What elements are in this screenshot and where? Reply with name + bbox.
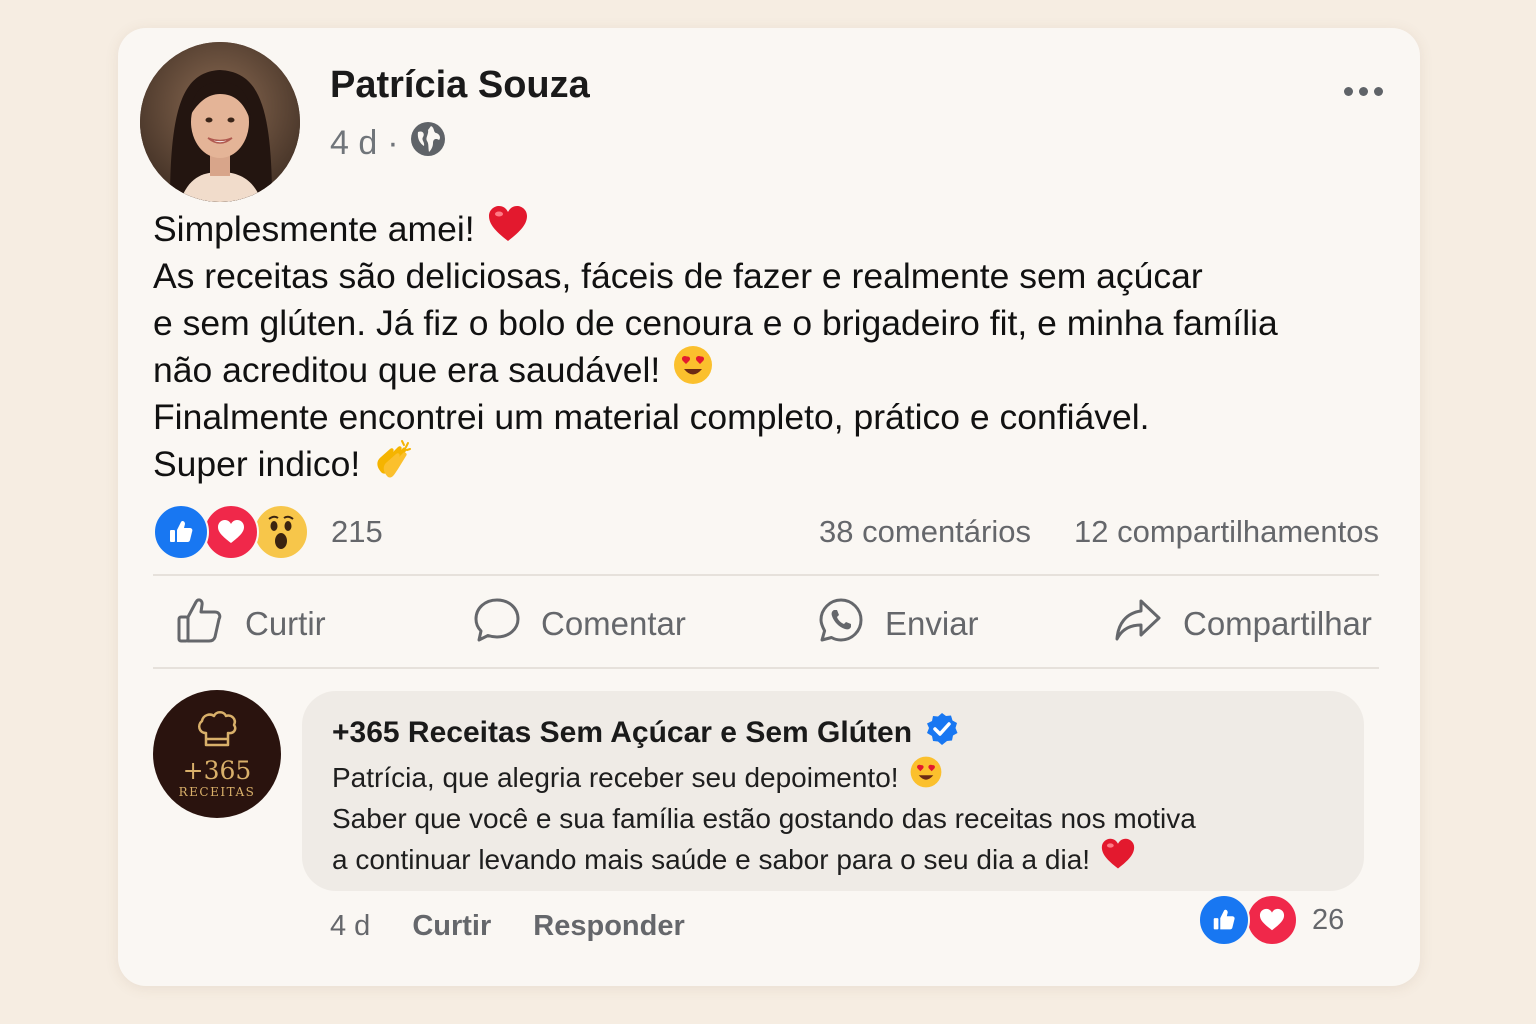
- share-arrow-icon: [1113, 597, 1163, 651]
- comment-footer: 4 d Curtir Responder: [330, 910, 727, 943]
- post-line: Finalmente encontrei um material complet…: [153, 394, 1393, 441]
- whatsapp-icon: [817, 596, 865, 652]
- send-label: Enviar: [885, 605, 979, 642]
- comment-line-text: Saber que você e sua família estão gosta…: [332, 803, 1196, 834]
- send-button[interactable]: Enviar: [817, 594, 979, 654]
- comment-line-text: Patrícia, que alegria receber seu depoim…: [332, 762, 899, 793]
- author-name[interactable]: Patrícia Souza: [330, 64, 590, 107]
- red-heart-icon: [1100, 837, 1136, 882]
- brand-word: RECEITAS: [178, 785, 256, 799]
- comment-line: Saber que você e sua família estão gosta…: [332, 798, 1196, 839]
- post-line-text: Finalmente encontrei um material complet…: [153, 397, 1150, 437]
- more-dot: [1373, 86, 1383, 96]
- comment-body: Patrícia, que alegria receber seu depoim…: [332, 755, 1196, 882]
- chef-hat-icon: [195, 709, 239, 754]
- comment-time[interactable]: 4 d: [330, 910, 370, 943]
- commenter-avatar[interactable]: +365 RECEITAS: [153, 690, 281, 818]
- comment-like-button[interactable]: Curtir: [412, 910, 491, 943]
- comments-count[interactable]: 38 comentários: [819, 514, 1031, 550]
- post-line-text: não acreditou que era saudável!: [153, 350, 661, 390]
- like-reaction-icon: [1198, 894, 1250, 946]
- shares-count[interactable]: 12 compartilhamentos: [1074, 514, 1379, 550]
- reaction-count[interactable]: 215: [331, 514, 383, 550]
- more-options-button[interactable]: [1328, 74, 1398, 108]
- post-time[interactable]: 4 d: [330, 124, 377, 163]
- love-reaction-icon: [203, 504, 259, 560]
- red-heart-icon: [487, 204, 529, 256]
- thumbs-up-icon: [175, 595, 225, 653]
- reactions-summary: 215 38 comentários 12 compartilhamentos: [153, 504, 1379, 560]
- meta-separator: ·: [387, 124, 399, 162]
- author-photo: [140, 42, 300, 202]
- post-line: Super indico!: [153, 439, 1393, 488]
- commenter-name-row: +365 Receitas Sem Açúcar e Sem Glúten: [332, 711, 960, 755]
- love-reaction-icon: [1246, 894, 1298, 946]
- speech-bubble-icon: [473, 596, 521, 652]
- post-line: e sem glúten. Já fiz o bolo de cenoura e…: [153, 300, 1393, 347]
- divider: [153, 574, 1379, 576]
- comment-line: a continuar levando mais saúde e sabor p…: [332, 837, 1196, 882]
- post-line: Simplesmente amei!: [153, 204, 1393, 256]
- comment-reply-button[interactable]: Responder: [533, 910, 684, 943]
- comment-reactions[interactable]: 26: [1198, 894, 1344, 946]
- post-line-text: Super indico!: [153, 444, 361, 484]
- post-line: não acreditou que era saudável!: [153, 345, 1393, 394]
- more-dot: [1343, 86, 1353, 96]
- globe-icon: [409, 120, 447, 167]
- more-dot: [1358, 86, 1368, 96]
- post-body: Simplesmente amei! As receitas são delic…: [153, 204, 1393, 488]
- post-line-text: As receitas são deliciosas, fáceis de fa…: [153, 256, 1203, 296]
- share-label: Compartilhar: [1183, 605, 1372, 642]
- verified-badge-icon: [924, 711, 960, 755]
- wow-reaction-icon: [253, 504, 309, 560]
- comment-line: Patrícia, que alegria receber seu depoim…: [332, 755, 1196, 800]
- comment-button[interactable]: Comentar: [473, 594, 686, 654]
- commenter-name[interactable]: +365 Receitas Sem Açúcar e Sem Glúten: [332, 716, 912, 750]
- like-label: Curtir: [245, 605, 326, 642]
- heart-eyes-icon: [909, 755, 943, 800]
- post-meta: 4 d ·: [330, 120, 447, 167]
- comment-line-text: a continuar levando mais saúde e sabor p…: [332, 844, 1091, 875]
- comment-reaction-count: 26: [1312, 903, 1345, 936]
- post-line: As receitas são deliciosas, fáceis de fa…: [153, 253, 1393, 300]
- comment-label: Comentar: [541, 605, 686, 642]
- post-line-text: Simplesmente amei!: [153, 209, 475, 249]
- reaction-icons[interactable]: [153, 504, 309, 560]
- like-button[interactable]: Curtir: [175, 594, 326, 654]
- author-avatar[interactable]: [140, 42, 300, 202]
- post-actions: Curtir Comentar Enviar Compartilhar: [153, 594, 1379, 654]
- divider: [153, 667, 1379, 669]
- post-card: Patrícia Souza 4 d · Simplesmente amei! …: [118, 28, 1420, 986]
- clapping-hands-icon: [372, 437, 416, 493]
- brand-number: +365: [182, 756, 252, 785]
- post-line-text: e sem glúten. Já fiz o bolo de cenoura e…: [153, 303, 1278, 343]
- share-button[interactable]: Compartilhar: [1113, 594, 1372, 654]
- like-reaction-icon: [153, 504, 209, 560]
- heart-eyes-icon: [672, 344, 714, 398]
- comment-bubble: +365 Receitas Sem Açúcar e Sem Glúten Pa…: [302, 691, 1364, 891]
